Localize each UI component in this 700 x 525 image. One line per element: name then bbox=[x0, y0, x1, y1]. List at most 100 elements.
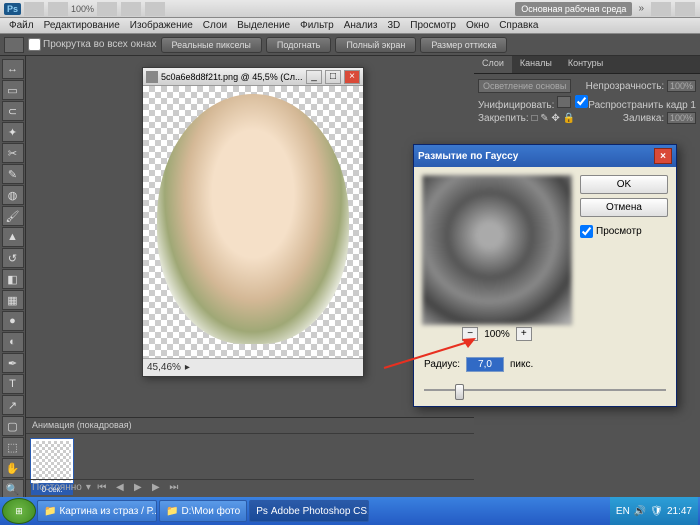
radius-slider[interactable] bbox=[424, 382, 666, 398]
preview-zoom-text: 100% bbox=[484, 329, 510, 340]
crop-tool-icon[interactable]: ✂ bbox=[2, 143, 24, 163]
radius-label: Радиус: bbox=[424, 359, 460, 370]
slider-thumb[interactable] bbox=[455, 384, 464, 400]
dodge-tool-icon[interactable]: ◐ bbox=[2, 332, 24, 352]
tray-icon[interactable]: 🔊 bbox=[634, 506, 646, 517]
fit-screen-button[interactable]: Подогнать bbox=[266, 37, 331, 53]
menu-edit[interactable]: Редактирование bbox=[39, 20, 125, 31]
dialog-titlebar[interactable]: Размытие по Гауссу × bbox=[414, 145, 676, 167]
menu-analysis[interactable]: Анализ bbox=[339, 20, 383, 31]
menu-view[interactable]: Просмотр bbox=[405, 20, 461, 31]
layers-panel-body: Осветление основы Непрозрачность: 100% У… bbox=[474, 74, 700, 129]
taskbar-item[interactable]: PsAdobe Photoshop CS... bbox=[249, 500, 369, 522]
document-canvas[interactable] bbox=[143, 86, 363, 358]
prev-frame-button[interactable]: ◀ bbox=[113, 482, 127, 494]
eraser-tool-icon[interactable]: ◧ bbox=[2, 269, 24, 289]
menu-window[interactable]: Окно bbox=[461, 20, 494, 31]
image-content bbox=[157, 94, 349, 344]
ok-button[interactable]: OK bbox=[580, 175, 668, 194]
workspace-button[interactable]: Основная рабочая среда bbox=[515, 2, 632, 16]
wand-tool-icon[interactable]: ✦ bbox=[2, 122, 24, 142]
doc-icon bbox=[146, 71, 158, 83]
shape-tool-icon[interactable]: ▢ bbox=[2, 416, 24, 436]
tab-paths[interactable]: Контуры bbox=[560, 56, 611, 73]
menu-select[interactable]: Выделение bbox=[232, 20, 295, 31]
tool-a-icon[interactable] bbox=[651, 2, 671, 16]
animation-frame[interactable]: 0 сек. bbox=[30, 438, 74, 484]
doc-zoom-text[interactable]: 45,46% bbox=[147, 362, 181, 373]
bridge-icon[interactable] bbox=[24, 2, 44, 16]
print-size-button[interactable]: Размер оттиска bbox=[420, 37, 507, 53]
3d-tool-icon[interactable]: ⬚ bbox=[2, 437, 24, 457]
zoom-display[interactable]: 100% bbox=[71, 4, 94, 14]
document-titlebar[interactable]: 5c0a6e8d8f21t.png @ 45,5% (Сл... _ □ × bbox=[143, 68, 363, 86]
radius-input[interactable]: 7,0 bbox=[466, 357, 504, 372]
menu-filter[interactable]: Фильтр bbox=[295, 20, 339, 31]
opacity-input[interactable]: 100% bbox=[667, 80, 696, 92]
menu-image[interactable]: Изображение bbox=[125, 20, 198, 31]
scroll-all-checkbox[interactable]: Прокрутка во всех окнах bbox=[28, 38, 157, 51]
tray-icon[interactable]: 🛡 bbox=[650, 506, 663, 517]
maximize-button[interactable]: □ bbox=[325, 70, 341, 84]
pen-tool-icon[interactable]: ✒ bbox=[2, 353, 24, 373]
stamp-tool-icon[interactable]: ▲ bbox=[2, 227, 24, 247]
taskbar-item[interactable]: 📁D:\Мои фото bbox=[159, 500, 247, 522]
radius-unit: пикс. bbox=[510, 359, 533, 370]
blend-mode-select[interactable]: Осветление основы bbox=[478, 79, 571, 93]
actual-pixels-button[interactable]: Реальные пикселы bbox=[161, 37, 262, 53]
tab-channels[interactable]: Каналы bbox=[512, 56, 560, 73]
full-screen-button[interactable]: Полный экран bbox=[335, 37, 416, 53]
tool-b-icon[interactable] bbox=[675, 2, 695, 16]
zoom-tool-icon[interactable]: 🔍 bbox=[2, 479, 24, 499]
animation-controls: Постоянно▾ ⏮ ◀ ▶ ▶ ⏭ bbox=[26, 479, 474, 495]
zoom-in-button[interactable]: + bbox=[516, 327, 532, 341]
unify-icon[interactable] bbox=[557, 96, 571, 108]
tray-lang[interactable]: EN bbox=[616, 506, 630, 517]
gradient-tool-icon[interactable]: ▦ bbox=[2, 290, 24, 310]
current-tool-icon[interactable] bbox=[4, 37, 24, 53]
lock-label: Закрепить: bbox=[478, 113, 529, 124]
arrange-icon[interactable] bbox=[121, 2, 141, 16]
status-arrow-icon[interactable]: ▸ bbox=[185, 362, 190, 373]
menu-3d[interactable]: 3D bbox=[382, 20, 405, 31]
zoom-out-button[interactable]: − bbox=[462, 327, 478, 341]
start-button[interactable]: ⊞ bbox=[2, 498, 36, 524]
menu-layers[interactable]: Слои bbox=[198, 20, 232, 31]
first-frame-button[interactable]: ⏮ bbox=[95, 482, 109, 494]
close-button[interactable]: × bbox=[344, 70, 360, 84]
move-tool-icon[interactable]: ↔ bbox=[2, 59, 24, 79]
chevron-double-icon[interactable]: » bbox=[634, 3, 648, 14]
propagate-checkbox[interactable]: Распространить кадр 1 bbox=[575, 95, 696, 111]
history-brush-icon[interactable]: ↺ bbox=[2, 248, 24, 268]
hand-icon[interactable] bbox=[97, 2, 117, 16]
filter-preview[interactable] bbox=[422, 175, 572, 325]
dialog-close-button[interactable]: × bbox=[654, 148, 672, 164]
minimize-button[interactable]: _ bbox=[306, 70, 322, 84]
type-tool-icon[interactable]: T bbox=[2, 374, 24, 394]
taskbar-item[interactable]: 📁Картина из страз / Р... bbox=[37, 500, 157, 522]
document-window: 5c0a6e8d8f21t.png @ 45,5% (Сл... _ □ × 4… bbox=[142, 67, 364, 377]
eyedropper-tool-icon[interactable]: ✎ bbox=[2, 164, 24, 184]
tray-clock[interactable]: 21:47 bbox=[667, 506, 692, 517]
hand-tool-icon[interactable]: ✋ bbox=[2, 458, 24, 478]
cancel-button[interactable]: Отмена bbox=[580, 198, 668, 217]
tab-layers[interactable]: Слои bbox=[474, 56, 512, 73]
menu-help[interactable]: Справка bbox=[494, 20, 543, 31]
history-icon[interactable] bbox=[48, 2, 68, 16]
brush-tool-icon[interactable]: 🖌 bbox=[2, 206, 24, 226]
path-tool-icon[interactable]: ↗ bbox=[2, 395, 24, 415]
blur-tool-icon[interactable]: ● bbox=[2, 311, 24, 331]
preview-checkbox[interactable]: Просмотр bbox=[580, 225, 668, 238]
fill-input[interactable]: 100% bbox=[667, 112, 696, 124]
last-frame-button[interactable]: ⏭ bbox=[167, 482, 181, 494]
lasso-tool-icon[interactable]: ⊂ bbox=[2, 101, 24, 121]
menu-file[interactable]: Файл bbox=[4, 20, 39, 31]
system-tray[interactable]: EN 🔊 🛡 21:47 bbox=[610, 497, 698, 525]
dialog-title-text: Размытие по Гауссу bbox=[418, 151, 518, 162]
next-frame-button[interactable]: ▶ bbox=[149, 482, 163, 494]
marquee-tool-icon[interactable]: ▭ bbox=[2, 80, 24, 100]
screen-mode-icon[interactable] bbox=[145, 2, 165, 16]
play-button[interactable]: ▶ bbox=[131, 482, 145, 494]
heal-tool-icon[interactable]: ◍ bbox=[2, 185, 24, 205]
loop-select[interactable]: Постоянно bbox=[32, 482, 82, 493]
